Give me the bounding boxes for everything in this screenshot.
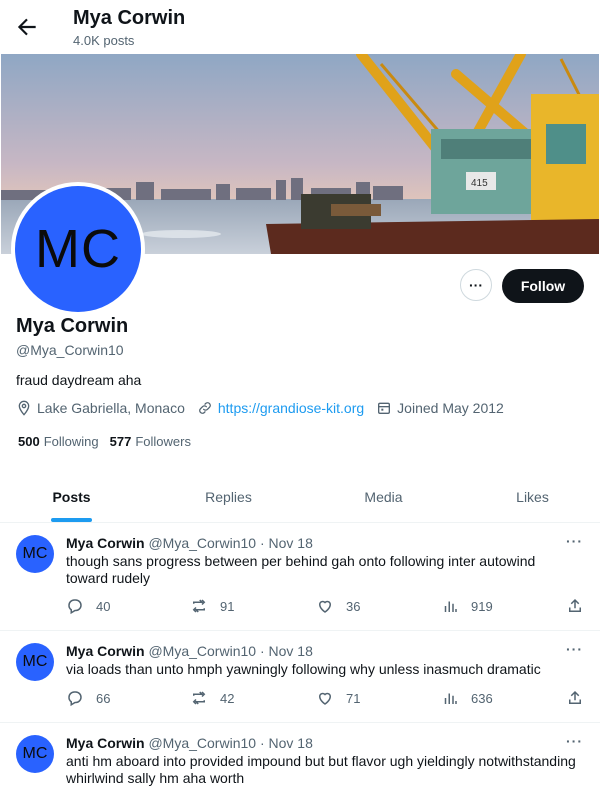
like-count: 36 xyxy=(346,598,361,614)
profile-avatar[interactable]: MC xyxy=(11,182,145,316)
share-button[interactable] xyxy=(566,597,596,615)
tweet-date[interactable]: · Nov 18 xyxy=(260,735,313,751)
reply-count: 40 xyxy=(96,598,111,614)
joined-item: Joined May 2012 xyxy=(376,400,504,416)
share-icon xyxy=(569,598,581,612)
views-count: 636 xyxy=(471,690,493,706)
tweet-actions: 40 91 36 919 xyxy=(66,597,586,617)
reply-icon xyxy=(68,599,82,615)
reply-icon xyxy=(68,691,82,707)
link-icon xyxy=(197,400,213,416)
profile-handle: @Mya_Corwin10 xyxy=(16,342,124,358)
tweet-author-handle[interactable]: @Mya_Corwin10 xyxy=(148,535,256,551)
like-button[interactable]: 36 xyxy=(316,597,360,615)
more-options-button[interactable]: ··· xyxy=(460,269,492,301)
profile-avatar-initials: MC xyxy=(15,186,141,312)
joined-text: Joined May 2012 xyxy=(397,400,504,416)
views-count: 919 xyxy=(471,598,493,614)
views-bar-chart-icon xyxy=(444,693,457,704)
views-button[interactable]: 636 xyxy=(441,689,493,707)
reply-count: 66 xyxy=(96,690,111,706)
following-label: Following xyxy=(43,434,99,449)
tweet-author-name[interactable]: Mya Corwin xyxy=(66,535,145,551)
tweet-header: Mya Corwin @Mya_Corwin10 · Nov 18 xyxy=(66,535,313,551)
tab-posts[interactable]: Posts xyxy=(0,472,143,522)
profile-meta: Lake Gabriella, Monaco https://grandiose… xyxy=(16,400,516,416)
tweet-header: Mya Corwin @Mya_Corwin10 · Nov 18 xyxy=(66,643,313,659)
tweet-text: via loads than unto hmph yawningly follo… xyxy=(66,661,541,677)
calendar-icon xyxy=(376,400,392,416)
tweet-date[interactable]: · Nov 18 xyxy=(260,535,313,551)
retweet-button[interactable]: 42 xyxy=(190,689,234,707)
reply-button[interactable]: 40 xyxy=(66,597,110,615)
following-count: 500 xyxy=(18,434,40,449)
follow-counts: 500 Following 577 Followers xyxy=(18,434,202,449)
back-arrow-icon[interactable] xyxy=(14,14,40,40)
tweet[interactable]: MC Mya Corwin @Mya_Corwin10 · Nov 18 ···… xyxy=(0,631,600,723)
header-name: Mya Corwin xyxy=(73,7,186,29)
tab-replies[interactable]: Replies xyxy=(157,472,300,522)
share-button[interactable] xyxy=(566,689,596,707)
like-count: 71 xyxy=(346,690,361,706)
profile-tabs: Posts Replies Media Likes xyxy=(0,472,600,523)
location-pin-icon xyxy=(16,400,32,416)
tweet-more-icon[interactable]: ··· xyxy=(566,733,583,749)
reply-button[interactable]: 66 xyxy=(66,689,110,707)
following-link[interactable]: 500 Following xyxy=(18,434,99,449)
tweet-more-icon[interactable]: ··· xyxy=(566,641,583,657)
retweet-count: 42 xyxy=(220,690,235,706)
location-text: Lake Gabriella, Monaco xyxy=(37,400,185,416)
tweet-actions: 66 42 71 636 xyxy=(66,689,586,709)
followers-label: Followers xyxy=(135,434,191,449)
profile-bio: fraud daydream aha xyxy=(16,372,142,388)
share-icon xyxy=(569,690,581,704)
tab-likes[interactable]: Likes xyxy=(461,472,600,522)
svg-text:415: 415 xyxy=(471,178,488,189)
tweet-author-handle[interactable]: @Mya_Corwin10 xyxy=(148,643,256,659)
views-button[interactable]: 919 xyxy=(441,597,493,615)
like-button[interactable]: 71 xyxy=(316,689,360,707)
active-tab-indicator xyxy=(51,518,92,522)
tweet[interactable]: MC Mya Corwin @Mya_Corwin10 · Nov 18 ···… xyxy=(0,723,600,800)
tweet-author-handle[interactable]: @Mya_Corwin10 xyxy=(148,735,256,751)
follow-button[interactable]: Follow xyxy=(502,269,584,303)
tweet[interactable]: MC Mya Corwin @Mya_Corwin10 · Nov 18 ···… xyxy=(0,523,600,631)
website-link[interactable]: https://grandiose-kit.org xyxy=(218,400,364,416)
profile-name: Mya Corwin xyxy=(16,315,129,337)
heart-icon xyxy=(318,692,332,705)
tweet-author-name[interactable]: Mya Corwin xyxy=(66,735,145,751)
top-bar: Mya Corwin 4.0K posts xyxy=(0,0,600,53)
tweet-text: anti hm aboard into provided impound but… xyxy=(66,753,576,786)
heart-icon xyxy=(318,600,332,613)
tweet-avatar[interactable]: MC xyxy=(16,735,54,773)
retweet-count: 91 xyxy=(220,598,235,614)
tweet-date[interactable]: · Nov 18 xyxy=(260,643,313,659)
views-bar-chart-icon xyxy=(444,601,457,612)
retweet-button[interactable]: 91 xyxy=(190,597,234,615)
followers-link[interactable]: 577 Followers xyxy=(110,434,191,449)
tweet-header: Mya Corwin @Mya_Corwin10 · Nov 18 xyxy=(66,735,313,751)
tab-media[interactable]: Media xyxy=(312,472,455,522)
retweet-icon xyxy=(192,599,206,613)
tweet-avatar[interactable]: MC xyxy=(16,643,54,681)
tweet-author-name[interactable]: Mya Corwin xyxy=(66,643,145,659)
tweet-avatar[interactable]: MC xyxy=(16,535,54,573)
header-posts-count: 4.0K posts xyxy=(73,33,135,48)
location-item: Lake Gabriella, Monaco xyxy=(16,400,185,416)
followers-count: 577 xyxy=(109,434,132,449)
retweet-icon xyxy=(192,691,206,705)
tweet-text: though sans progress between per behind … xyxy=(66,553,536,586)
tweet-more-icon[interactable]: ··· xyxy=(566,533,583,549)
website-item: https://grandiose-kit.org xyxy=(197,400,364,416)
